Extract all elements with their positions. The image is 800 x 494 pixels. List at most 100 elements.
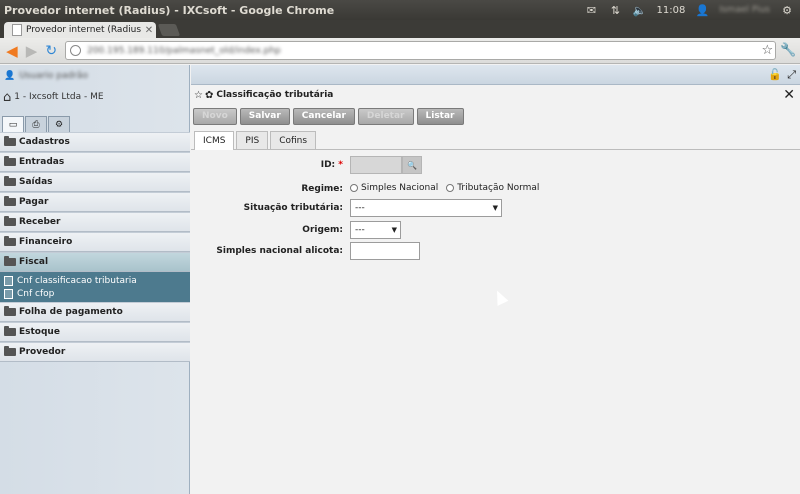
window-icon[interactable]: ▭ xyxy=(2,116,24,132)
page-header: ☆ ✿ Classificação tributária xyxy=(191,85,800,105)
regime-label: Regime: xyxy=(301,184,343,194)
salvar-button[interactable]: Salvar xyxy=(239,107,290,125)
wrench-icon[interactable]: 🔧 xyxy=(776,43,800,58)
user-icon: 👤 xyxy=(695,3,710,17)
situacao-value: --- xyxy=(355,203,365,213)
star-icon[interactable]: ☆ xyxy=(194,90,203,101)
row-regime: Regime: Simples Nacional Tributação Norm… xyxy=(191,180,800,198)
sidebar-subitem-cnf-classificacao[interactable]: Cnf classificacao tributaria xyxy=(0,274,190,287)
sidebar-menu: Cadastros Entradas Saídas Pagar Receber … xyxy=(0,132,190,362)
action-toolbar: Novo Salvar Cancelar Deletar Listar xyxy=(191,105,800,127)
row-id: ID: * 🔍 xyxy=(191,156,800,174)
sidebar-item-receber[interactable]: Receber xyxy=(0,212,190,232)
sidebar-item-label: Financeiro xyxy=(19,237,73,247)
aliquota-input[interactable] xyxy=(350,242,420,260)
tab-icms[interactable]: ICMS xyxy=(194,131,235,150)
sidebar-item-label: Cadastros xyxy=(19,137,70,147)
sidebar-item-label: Fiscal xyxy=(19,257,49,267)
sidebar-subitem-label: Cnf classificacao tributaria xyxy=(17,275,137,286)
cancelar-button[interactable]: Cancelar xyxy=(292,107,355,125)
home-icon[interactable]: ⌂ xyxy=(3,90,11,105)
main-top-bar: 🔓 ⤢ xyxy=(191,65,800,85)
regime-radio-normal[interactable] xyxy=(446,184,455,192)
novo-button[interactable]: Novo xyxy=(193,107,237,125)
settings-icon[interactable]: ⚙ xyxy=(780,4,794,17)
origem-label: Origem: xyxy=(302,225,343,235)
regime-radio-simples[interactable] xyxy=(350,184,358,192)
regime-option-label: Tributação Normal xyxy=(457,183,540,193)
form-tabs: ICMS PIS Cofins xyxy=(191,131,800,150)
browser-toolbar: ◀ ▶ ↻ 200.195.189.110/palmasnet_old/inde… xyxy=(0,38,800,64)
tab-cofins[interactable]: Cofins xyxy=(270,131,317,149)
folder-icon xyxy=(4,156,16,166)
sidebar-item-pagar[interactable]: Pagar xyxy=(0,192,190,212)
site-info-icon[interactable] xyxy=(70,45,82,56)
address-bar[interactable]: 200.195.189.110/palmasnet_old/index.php … xyxy=(65,41,777,60)
sidebar-item-folha[interactable]: Folha de pagamento xyxy=(0,302,190,322)
star-icon[interactable]: ☆ xyxy=(759,43,775,58)
sidebar-subitem-label: Cnf cfop xyxy=(17,288,55,299)
reload-icon[interactable]: ↻ xyxy=(41,41,61,61)
sidebar-item-cadastros[interactable]: Cadastros xyxy=(0,132,190,152)
printer-icon[interactable]: ⎙ xyxy=(25,116,47,132)
folder-icon xyxy=(4,136,16,146)
sidebar-item-estoque[interactable]: Estoque xyxy=(0,322,190,342)
user-icon: 👤 xyxy=(4,71,16,81)
fiscal-submenu: Cnf classificacao tributaria Cnf cfop xyxy=(0,272,190,302)
sidebar-item-financeiro[interactable]: Financeiro xyxy=(0,232,190,252)
chevron-down-icon: ▼ xyxy=(391,226,397,234)
user-name: Usuario padrão xyxy=(19,71,88,81)
window-title: Provedor internet (Radius) - IXCsoft - G… xyxy=(4,3,335,17)
regime-option-label: Simples Nacional xyxy=(361,183,439,193)
gear-icon[interactable]: ✿ xyxy=(205,90,213,101)
folder-icon xyxy=(4,196,16,206)
new-tab-button[interactable] xyxy=(157,24,181,36)
folder-icon xyxy=(4,176,16,186)
row-aliquota: Simples nacional alicota: xyxy=(191,242,800,260)
clock[interactable]: 11:08 xyxy=(657,5,686,16)
origem-select[interactable]: --- ▼ xyxy=(350,221,401,239)
document-icon xyxy=(4,288,13,299)
network-icon[interactable]: ⇅ xyxy=(609,4,623,17)
gear-icon[interactable]: ⚙ xyxy=(48,116,70,132)
id-label: ID: * xyxy=(321,160,343,170)
tab-pis[interactable]: PIS xyxy=(236,131,269,149)
situacao-label: Situação tributária: xyxy=(243,203,343,213)
folder-icon xyxy=(4,346,16,356)
system-tray: ✉ ⇅ 🔈 11:08 👤 Ismael Pius ⚙ xyxy=(585,4,800,17)
sidebar-item-provedor[interactable]: Provedor xyxy=(0,342,190,362)
deletar-button[interactable]: Deletar xyxy=(357,107,414,125)
volume-icon[interactable]: 🔈 xyxy=(633,4,647,17)
id-input[interactable] xyxy=(350,156,402,174)
fullscreen-icon[interactable]: ⤢ xyxy=(787,68,796,82)
sidebar-tabs: ▭ ⎙ ⚙ xyxy=(2,116,71,132)
search-icon[interactable]: 🔍 xyxy=(402,156,422,174)
sidebar-item-fiscal[interactable]: Fiscal xyxy=(0,252,190,272)
chevron-down-icon: ▼ xyxy=(492,204,498,212)
mail-icon[interactable]: ✉ xyxy=(585,4,599,17)
url-text[interactable]: 200.195.189.110/palmasnet_old/index.php xyxy=(87,46,759,56)
row-origem: Origem: --- ▼ xyxy=(191,221,800,239)
close-icon[interactable]: ✕ xyxy=(142,25,156,36)
folder-icon xyxy=(4,326,16,336)
folder-icon xyxy=(4,236,16,246)
sidebar-item-entradas[interactable]: Entradas xyxy=(0,152,190,172)
browser-tab-strip: Provedor internet (Radius ✕ xyxy=(0,20,800,38)
id-label-text: ID: xyxy=(320,160,336,170)
close-icon[interactable]: ✕ xyxy=(783,87,795,103)
browser-tab[interactable]: Provedor internet (Radius ✕ xyxy=(4,22,156,38)
sidebar-item-label: Pagar xyxy=(19,197,49,207)
back-icon[interactable]: ◀ xyxy=(2,41,22,61)
required-mark: * xyxy=(338,160,343,170)
sidebar-item-saidas[interactable]: Saídas xyxy=(0,172,190,192)
situacao-select[interactable]: --- ▼ xyxy=(350,199,502,217)
user-line: 👤 Usuario padrão xyxy=(0,65,189,87)
unlock-icon[interactable]: 🔓 xyxy=(768,68,782,81)
company-line: ⌂ 1 - Ixcsoft Ltda - ME xyxy=(0,87,189,107)
sidebar-subitem-cnf-cfop[interactable]: Cnf cfop xyxy=(0,287,190,300)
sidebar-item-label: Saídas xyxy=(19,177,53,187)
forward-icon[interactable]: ▶ xyxy=(22,41,42,61)
listar-button[interactable]: Listar xyxy=(416,107,464,125)
os-user-name[interactable]: Ismael Pius xyxy=(719,5,770,15)
folder-icon xyxy=(4,216,16,226)
